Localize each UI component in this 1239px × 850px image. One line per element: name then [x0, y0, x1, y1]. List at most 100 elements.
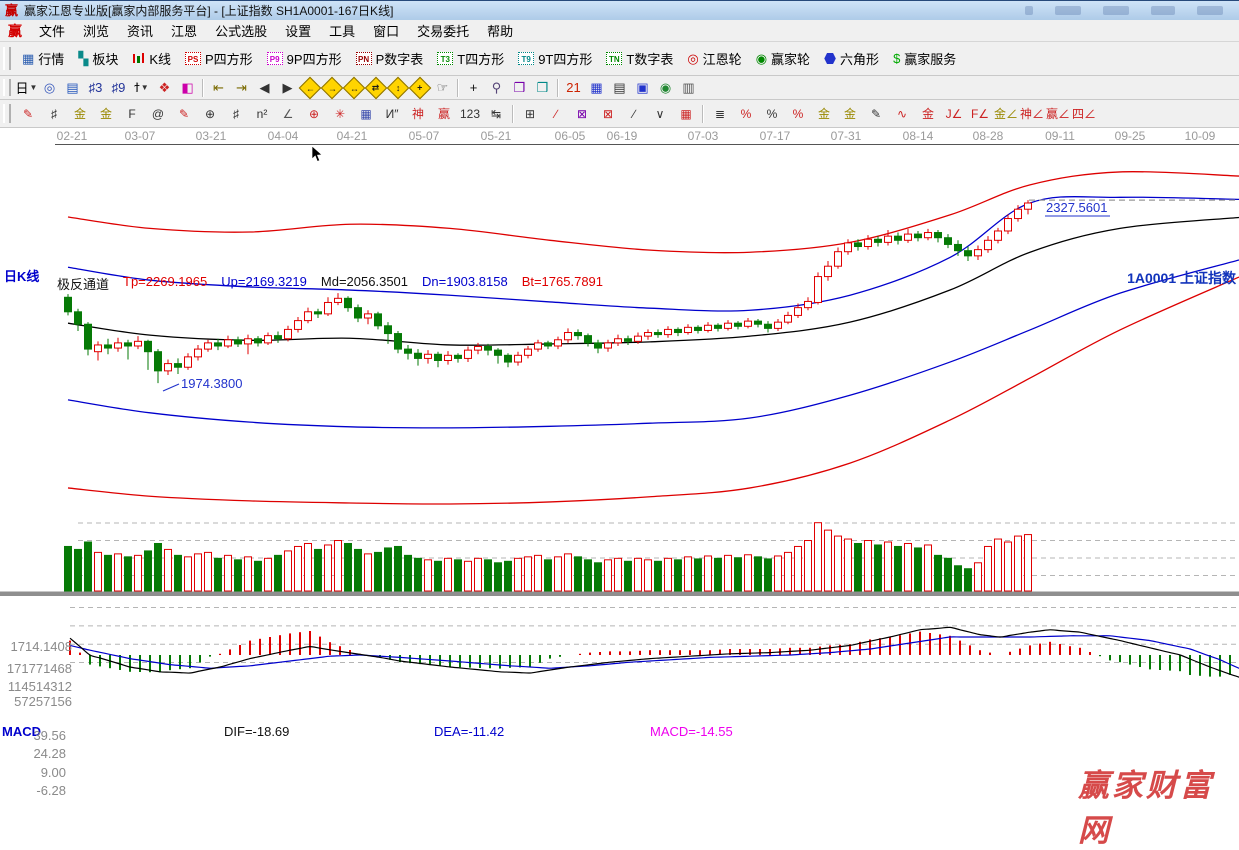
red-matrix-tool[interactable]: ▦	[673, 102, 699, 125]
t-square-icon: T3	[437, 52, 453, 65]
percent-tool[interactable]: %	[759, 102, 785, 125]
si-angle-tool[interactable]: 四∠	[1071, 102, 1097, 125]
save-button[interactable]: ▣	[631, 78, 654, 98]
menu-item-3[interactable]: 资讯	[118, 19, 162, 42]
price-ladder-tool[interactable]: ≣	[707, 102, 733, 125]
zoom-button[interactable]: ⚲	[485, 78, 508, 98]
menu-item-5[interactable]: 公式选股	[206, 19, 276, 42]
pencil-tool-2[interactable]: ✎	[171, 102, 197, 125]
stamp-teal-icon[interactable]: ❒	[531, 78, 554, 98]
trend-line-tool[interactable]: ∕	[621, 102, 647, 125]
red-grid-icon[interactable]: ❖	[153, 78, 176, 98]
crosshair-button[interactable]: +	[462, 78, 485, 98]
v-lines-tool[interactable]: ∨	[647, 102, 673, 125]
pencil-tool[interactable]: ✎	[15, 102, 41, 125]
f-grid-tool[interactable]: F	[119, 102, 145, 125]
target-tool[interactable]: ⊕	[301, 102, 327, 125]
skip-start-button[interactable]: ⇤	[207, 78, 230, 98]
winner-wheel-button[interactable]: ◉赢家轮	[749, 46, 817, 71]
color-histogram-icon[interactable]: ◧	[176, 78, 199, 98]
report-button[interactable]: ▥	[677, 78, 700, 98]
analysis-globe-button[interactable]: ◉	[654, 78, 677, 98]
next-button[interactable]: ▶	[276, 78, 299, 98]
menu-item-2[interactable]: 浏览	[74, 19, 118, 42]
f-angle-tool[interactable]: F∠	[967, 102, 993, 125]
gold-grid-tool-2[interactable]: 金	[93, 102, 119, 125]
volume-bar	[385, 548, 392, 591]
diamond-vexpand-button[interactable]: ↕	[387, 76, 410, 99]
spiral-tool[interactable]: @	[145, 102, 171, 125]
wave-tool[interactable]: ∿	[889, 102, 915, 125]
diamond-center-button[interactable]: +	[409, 76, 432, 99]
skip-end-button[interactable]: ⇥	[230, 78, 253, 98]
shen-grid-tool[interactable]: 神	[405, 102, 431, 125]
hash-tool[interactable]: ♯	[223, 102, 249, 125]
winner-service-button[interactable]: $赢家服务	[886, 46, 963, 71]
diamond-left-button[interactable]: ←	[299, 76, 322, 99]
network-icon[interactable]: ◎	[38, 78, 61, 98]
bars-9-icon[interactable]: ♯9	[107, 78, 130, 98]
menu-item-10[interactable]: 帮助	[478, 19, 522, 42]
menu-item-1[interactable]: 文件	[30, 19, 74, 42]
diamond-right-button[interactable]: →	[321, 76, 344, 99]
gold-line-tool[interactable]: 金	[837, 102, 863, 125]
fan-lines-tool[interactable]: ∕	[543, 102, 569, 125]
gold-circle-tool[interactable]: 金	[811, 102, 837, 125]
p-number-table-button[interactable]: PNP数字表	[349, 46, 431, 71]
stamp-purple-icon[interactable]: ❒	[508, 78, 531, 98]
menu-item-9[interactable]: 交易委托	[408, 19, 478, 42]
shen-angle-tool[interactable]: 神∠	[1019, 102, 1045, 125]
brush-tool[interactable]: ✎	[863, 102, 889, 125]
circle-grid-tool[interactable]: ⊕	[197, 102, 223, 125]
save-icon: ▣	[636, 80, 648, 96]
menu-item-8[interactable]: 窗口	[364, 19, 408, 42]
ruler-tool[interactable]: 123	[457, 102, 483, 125]
t-number-table-button[interactable]: TNT数字表	[599, 46, 680, 71]
notes-button[interactable]: ▤	[608, 78, 631, 98]
gold-grid-tool-1[interactable]: 金	[67, 102, 93, 125]
calculator-button[interactable]: ▦	[585, 78, 608, 98]
grid-tool[interactable]: ♯	[41, 102, 67, 125]
candle-style-dropdown[interactable]: 日▼	[15, 78, 38, 98]
diamond-hexpand-button[interactable]: ↔	[343, 76, 366, 99]
p9-square-button[interactable]: P99P四方形	[260, 46, 349, 71]
title-bar: 赢 赢家江恩专业版[赢家内部服务平台] - [上证指数 SH1A0001-167…	[0, 0, 1239, 20]
kwave-tool[interactable]: И″	[379, 102, 405, 125]
menu-item-6[interactable]: 设置	[276, 19, 320, 42]
hexagon-button[interactable]: 六角形	[817, 46, 886, 71]
t9-square-button[interactable]: T99T四方形	[511, 46, 599, 71]
web-tool[interactable]: ✳	[327, 102, 353, 125]
hand-tool-button[interactable]: ☞	[431, 78, 454, 98]
gold-red-tool[interactable]: 金	[915, 102, 941, 125]
clipboard-icon[interactable]: ▤	[61, 78, 84, 98]
gann-box-purple-tool[interactable]: ⊠	[569, 102, 595, 125]
box-tool[interactable]: ⊞	[517, 102, 543, 125]
ying-angle-tool[interactable]: 赢∠	[1045, 102, 1071, 125]
quotes-button[interactable]: ▦行情	[15, 46, 71, 71]
kline-button[interactable]: K线	[125, 46, 178, 71]
gold-angle-tool[interactable]: 金∠	[993, 102, 1019, 125]
ying-grid-tool[interactable]: 赢	[431, 102, 457, 125]
kline-chart-canvas[interactable]: 02-2103-0703-2104-0404-2105-0705-2106-05…	[0, 128, 1239, 680]
chart-area[interactable]: 02-2103-0703-2104-0404-2105-0705-2106-05…	[0, 128, 1239, 680]
matrix-tool[interactable]: ▦	[353, 102, 379, 125]
percent-line-tool[interactable]: %	[733, 102, 759, 125]
calendar-button[interactable]: 21	[562, 78, 585, 98]
prev-button[interactable]: ◀	[253, 78, 276, 98]
menu-item-7[interactable]: 工具	[320, 19, 364, 42]
sectors-button[interactable]: ▚板块	[71, 46, 125, 71]
j-angle-tool[interactable]: J∠	[941, 102, 967, 125]
candle-type-dropdown[interactable]: ϯ▼	[130, 78, 153, 98]
n2-tool[interactable]: n²	[249, 102, 275, 125]
span-tool[interactable]: ↹	[483, 102, 509, 125]
angle-fan-tool[interactable]: ∠	[275, 102, 301, 125]
bars-3-icon[interactable]: ♯3	[84, 78, 107, 98]
p-square-button[interactable]: PSP四方形	[178, 46, 260, 71]
menu-item-4[interactable]: 江恩	[162, 19, 206, 42]
candle-body	[845, 243, 852, 252]
gann-box-red-tool[interactable]: ⊠	[595, 102, 621, 125]
diamond-hshrink-button[interactable]: ⇄	[365, 76, 388, 99]
t-square-button[interactable]: T3T四方形	[430, 46, 511, 71]
percent-red-tool[interactable]: %	[785, 102, 811, 125]
gann-wheel-button[interactable]: ◎江恩轮	[680, 46, 748, 71]
